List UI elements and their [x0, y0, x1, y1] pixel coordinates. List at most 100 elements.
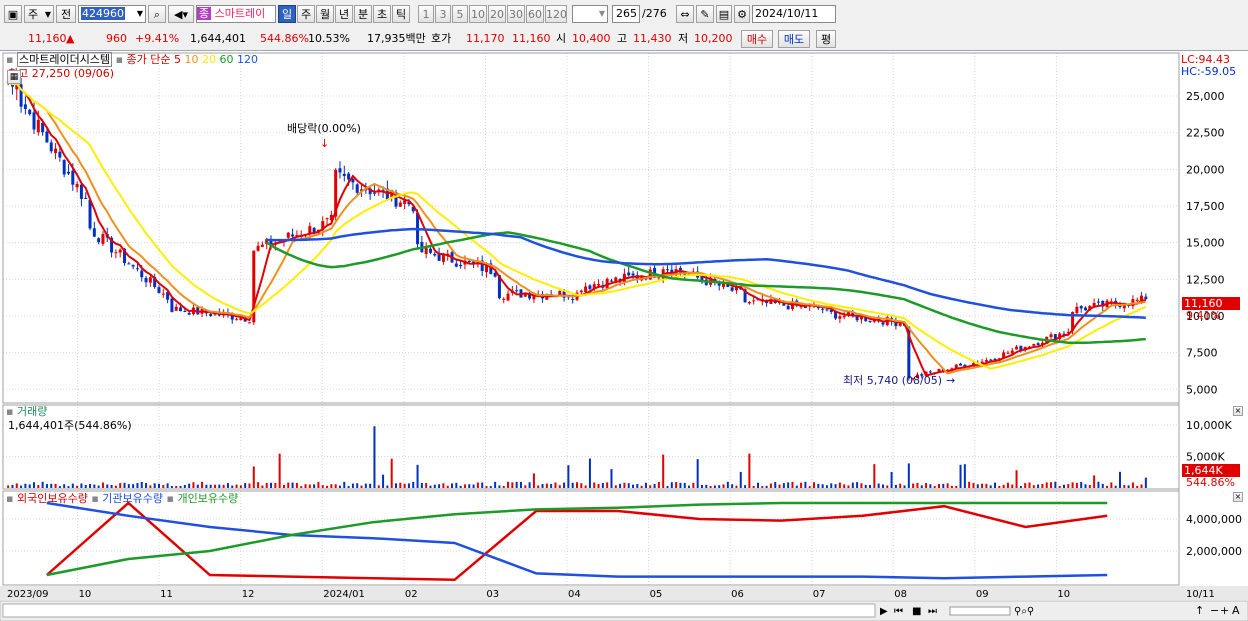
volume-bar [218, 484, 221, 488]
volume-bar [502, 486, 505, 488]
draw-icon[interactable]: ✎ [696, 5, 714, 23]
volume-bar [834, 484, 837, 488]
zoom-in-icon[interactable]: ↑ [1195, 604, 1204, 617]
scroll-track[interactable] [2, 603, 876, 618]
volume-bar [106, 484, 109, 488]
current-volume-pct-tag: 544.86% [1186, 476, 1235, 489]
period-button-6[interactable]: 틱 [392, 5, 410, 23]
volume-bar [550, 484, 553, 488]
interval-button-5[interactable]: 30 [507, 5, 525, 23]
candle-body [1096, 301, 1100, 303]
volume-bar [166, 483, 169, 488]
volume-bar [317, 481, 320, 488]
interval-button-0[interactable]: 1 [418, 5, 434, 23]
volume-bar [110, 484, 113, 488]
interval-button-6[interactable]: 60 [526, 5, 544, 23]
volume-bar [54, 483, 57, 488]
candle-body [609, 280, 613, 282]
zoom-tools-icon[interactable]: ⚲⌕⚲ [1014, 606, 1034, 617]
stop-icon[interactable]: ■ [912, 606, 921, 617]
volume-bar [7, 485, 10, 488]
settings-gear-icon[interactable]: ⚙ [734, 5, 750, 23]
interval-button-7[interactable]: 120 [545, 5, 567, 23]
play-icon[interactable]: ▶ [880, 606, 888, 617]
zoom-out-icon[interactable]: − [1210, 604, 1219, 617]
volume-bar [244, 483, 247, 488]
zoom-slider[interactable] [949, 606, 1011, 616]
close-volume-panel-icon[interactable]: × [1233, 406, 1243, 416]
volume-bar [787, 482, 790, 488]
font-size-icon[interactable]: A [1232, 604, 1240, 617]
volume-bar [463, 484, 466, 488]
period-button-4[interactable]: 분 [354, 5, 372, 23]
quote-change: 960 [106, 32, 127, 45]
interval-input[interactable]: ▼ [572, 5, 608, 23]
volume-bar [623, 482, 626, 488]
volume-bar [601, 482, 604, 488]
candle-body [209, 313, 213, 316]
volume-bar [610, 469, 613, 488]
candle-body [1144, 296, 1148, 299]
volume-bar [304, 484, 307, 488]
low-label: 저 [678, 32, 689, 45]
interval-button-1[interactable]: 3 [435, 5, 451, 23]
volume-bar [981, 483, 984, 488]
volume-bar [963, 464, 966, 488]
period-button-5[interactable]: 초 [373, 5, 391, 23]
date-field[interactable]: 2024/10/11 [752, 5, 836, 23]
volume-bar [554, 482, 557, 488]
stock-name-field[interactable]: 종 스마트레이 [196, 5, 276, 23]
volume-bar [890, 472, 893, 488]
forward-icon[interactable]: ⏭ [928, 606, 937, 617]
volume-bar [485, 486, 488, 488]
volume-bar [382, 474, 385, 488]
volume-bar [653, 483, 656, 488]
interval-button-3[interactable]: 10 [469, 5, 487, 23]
sell-button[interactable]: 매도 [778, 30, 810, 48]
calendar-icon[interactable]: ▦ [7, 70, 21, 84]
count-input[interactable]: 265 [612, 5, 640, 23]
close-holdings-panel-icon[interactable]: × [1233, 492, 1243, 502]
volume-bar [843, 484, 846, 488]
volume-bar [795, 485, 798, 488]
interval-button-4[interactable]: 20 [488, 5, 506, 23]
volume-bar [907, 463, 910, 488]
interval-button-2[interactable]: 5 [452, 5, 468, 23]
volume-bar [252, 466, 255, 488]
kind-select[interactable]: 주 ▼ [24, 5, 54, 23]
window-icon[interactable]: ▣ [4, 5, 22, 23]
price-panel-title: 스마트레이더시스템 [16, 52, 113, 67]
save-icon[interactable]: ▤ [716, 5, 732, 23]
prev-button[interactable]: 전 [56, 5, 76, 23]
zoom-icon[interactable]: ⇔ [676, 5, 694, 23]
period-button-1[interactable]: 주 [297, 5, 315, 23]
eval-button[interactable]: 평 [816, 30, 836, 48]
volume-panel-title: 거래량 [16, 405, 48, 418]
period-button-0[interactable]: 일 [278, 5, 296, 23]
candle-body [235, 319, 239, 321]
speaker-icon[interactable]: ◀▾ [168, 5, 194, 23]
buy-button[interactable]: 매수 [741, 30, 773, 48]
volume-bar [1045, 482, 1048, 488]
volume-bar [1041, 483, 1044, 488]
candle-body [187, 312, 191, 315]
individual-holdings-label: 개인보유수량 [177, 492, 239, 505]
rewind-icon[interactable]: ⏮ [894, 606, 903, 617]
volume-bar [636, 484, 639, 488]
volume-bar [136, 483, 139, 488]
volume-bar [140, 482, 143, 488]
candle-body [256, 245, 260, 251]
period-button-3[interactable]: 년 [335, 5, 353, 23]
period-button-2[interactable]: 월 [316, 5, 334, 23]
price-tick-label: 20,000 [1186, 163, 1225, 176]
stock-chart[interactable]: 25,000 22,500 20,000 17,500 15,000 12,500 10,0… [0, 51, 1248, 621]
price-tick-label: 17,500 [1186, 200, 1225, 213]
volume-bar [657, 482, 660, 488]
ma-legend-item-1: 10 [181, 53, 199, 66]
dropdown-arrow-icon[interactable]: ▼ [137, 6, 143, 22]
stock-code-field[interactable]: 424960 ▼ [78, 5, 146, 23]
plus-icon[interactable]: + [1220, 604, 1229, 617]
candle-body [467, 260, 471, 262]
search-icon[interactable]: ⌕ [148, 5, 166, 23]
volume-bar [748, 453, 751, 488]
